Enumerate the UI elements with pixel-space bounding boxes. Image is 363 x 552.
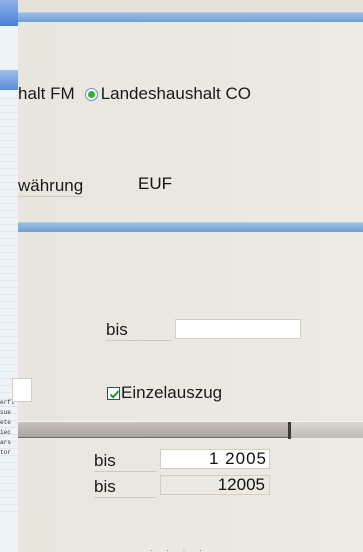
period-to-label-2: bis <box>94 477 156 498</box>
left-panel-line: ete <box>0 419 11 426</box>
sap-selection-screen: erfl sue ete iec ars tor halt FM Landesh… <box>0 0 363 552</box>
range-to-input[interactable] <box>175 319 301 339</box>
check-icon <box>109 390 120 399</box>
left-panel-line: ars <box>0 439 11 446</box>
left-panel-header <box>0 0 18 26</box>
currency-field[interactable]: EUF <box>134 175 194 195</box>
left-panel-line: tor <box>0 449 11 456</box>
radio-selected-dot <box>87 90 95 98</box>
period-to-label-1: bis <box>94 451 156 472</box>
single-statement-checkbox[interactable] <box>107 387 120 400</box>
left-navigation-panel: erfl sue ete iec ars tor <box>0 0 18 552</box>
left-panel-section-header <box>0 70 18 90</box>
left-panel-text: erfl sue ete iec ars tor <box>0 398 20 458</box>
single-statement-label[interactable]: Einzelauszug <box>121 383 222 403</box>
section-header-band <box>18 12 363 22</box>
left-panel-line: sue <box>0 409 11 416</box>
bottom-truncated-text: . . . . <box>150 544 208 552</box>
partial-input-left[interactable] <box>12 378 32 402</box>
radio-label-co[interactable]: Landeshaushalt CO <box>101 84 251 104</box>
period-to-input-2: 12005 <box>160 475 270 495</box>
radio-co[interactable] <box>84 87 98 101</box>
section-header-band-2 <box>18 222 363 232</box>
range-to-label: bis <box>106 320 172 341</box>
period-to-input-1[interactable]: 1 2005 <box>160 449 270 469</box>
top-toolbar-strip <box>18 0 363 12</box>
left-panel-line: iec <box>0 429 11 436</box>
budget-type-radio-group: halt FM Landeshaushalt CO <box>18 83 251 105</box>
radio-label-fm[interactable]: halt FM <box>18 84 75 104</box>
currency-label: währung <box>18 176 84 197</box>
horizontal-scrollbar[interactable] <box>18 421 363 439</box>
scrollbar-thumb[interactable] <box>291 422 363 438</box>
